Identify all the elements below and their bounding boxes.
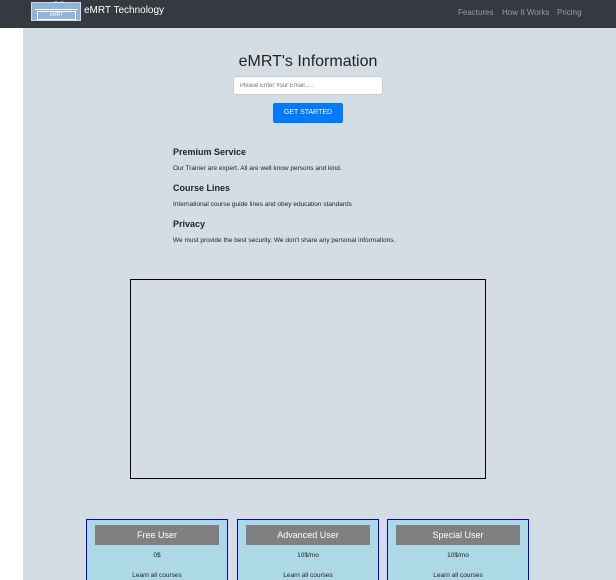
pricing-card-description: Learn all courses (132, 572, 182, 579)
page-title: eMRT's Information (238, 53, 378, 70)
pricing-card-free: Free User 0$ Learn all courses (86, 519, 228, 580)
pricing-card-description: Learn all courses (433, 572, 483, 579)
pricing-card-title: Free User (95, 525, 219, 545)
pricing-card-special: Special User 10$/mo Learn all courses (387, 519, 529, 580)
brand-logo[interactable]: ⌒⌒ eMRT (31, 2, 81, 21)
nav-link-pricing[interactable]: Pricing (557, 8, 581, 18)
video-frame[interactable] (130, 279, 486, 479)
pricing-card-description: Learn all courses (283, 572, 333, 579)
main-content: eMRT's Information GET STARTED Premium S… (23, 28, 616, 580)
nav-link-features[interactable]: Feactures (458, 8, 494, 18)
email-input[interactable] (233, 76, 383, 95)
pricing-card-advanced: Advanced User 10$/mo Learn all courses (237, 519, 379, 580)
get-started-button[interactable]: GET STARTED (273, 103, 343, 123)
feature-heading-course-lines: Course Lines (173, 183, 231, 193)
feature-heading-privacy: Privacy (173, 219, 206, 229)
feature-text-premium-service: Our Trainer are expert. All are well kno… (173, 165, 342, 172)
navbar: ⌒⌒ eMRT eMRT Technology Feactures How It… (0, 0, 616, 28)
logo-bar (35, 9, 78, 10)
nav-link-how-it-works[interactable]: How It Works (502, 8, 549, 18)
feature-text-privacy: We must provide the best security. We do… (173, 237, 396, 244)
pricing-card-price: 0$ (153, 552, 161, 559)
pricing-card-price: 10$/mo (297, 552, 319, 559)
feature-heading-premium-service: Premium Service (173, 147, 247, 157)
brand-name[interactable]: eMRT Technology (84, 5, 164, 17)
pricing-card-price: 10$/mo (447, 552, 469, 559)
feature-text-course-lines: International course guide lines and obe… (173, 201, 352, 208)
pricing-card-title: Advanced User (246, 525, 370, 545)
pricing-card-title: Special User (396, 525, 520, 545)
logo-text: eMRT (37, 11, 76, 20)
